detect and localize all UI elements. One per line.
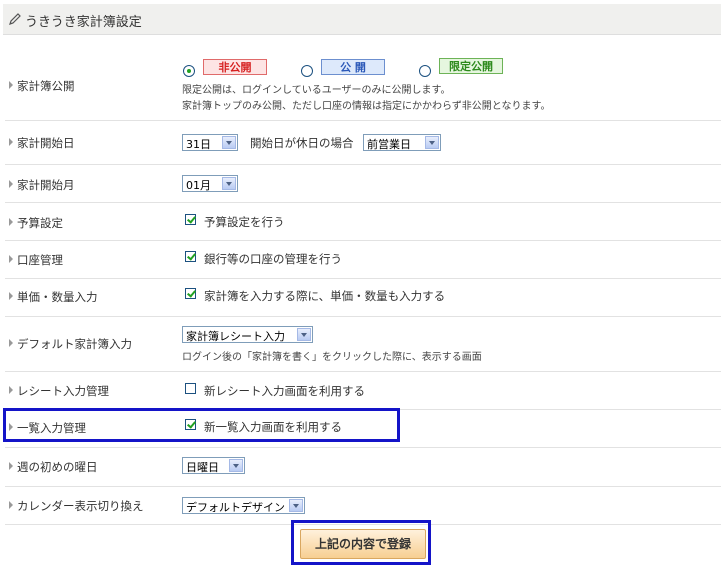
budget-text: 予算設定を行う <box>204 215 285 229</box>
receipt-text: 新レシート入力画面を利用する <box>204 384 365 398</box>
page-title: うきうき家計簿設定 <box>25 15 142 30</box>
pencil-icon <box>9 13 21 25</box>
default-input-select[interactable]: 家計簿レシート入力 <box>182 326 313 343</box>
row-label: 家計簿公開 <box>9 78 75 94</box>
chevron-down-icon <box>222 177 236 190</box>
row-label: 予算設定 <box>9 215 63 231</box>
bullet-icon <box>9 138 13 146</box>
row-default-input: デフォルト家計簿入力 家計簿レシート入力 ログイン後の「家計簿を書く」をクリック… <box>5 317 721 372</box>
row-label: 週の初めの曜日 <box>9 459 98 475</box>
badge-public: 公 開 <box>321 59 385 75</box>
unit-price-text: 家計簿を入力する際に、単価・数量も入力する <box>204 289 446 303</box>
badge-private: 非公開 <box>203 59 267 75</box>
row-label: 単価・数量入力 <box>9 289 98 305</box>
start-day-select[interactable]: 31日 <box>182 134 238 151</box>
chevron-down-icon <box>229 459 243 472</box>
bullet-icon <box>9 386 13 394</box>
row-start-month: 家計開始月 01月 <box>5 165 721 203</box>
unit-price-checkbox[interactable] <box>185 288 196 299</box>
publish-note-2: 家計簿トップのみ公開、ただし口座の情報は指定にかかわらず非公開となります。 <box>182 101 551 112</box>
row-label: 家計開始日 <box>9 135 75 151</box>
row-publish: 家計簿公開 非公開 公 開 限定公開 限定公開は、ログインしているユーザーのみに… <box>5 50 721 121</box>
highlight-list-input <box>3 408 400 442</box>
row-label: 口座管理 <box>9 252 63 268</box>
holiday-select[interactable]: 前営業日 <box>363 134 441 151</box>
chevron-down-icon <box>297 328 311 341</box>
row-label: カレンダー表示切り換え <box>9 498 144 514</box>
bullet-icon <box>9 462 13 470</box>
week-start-select[interactable]: 日曜日 <box>182 457 245 474</box>
radio-private[interactable] <box>183 65 195 77</box>
receipt-checkbox[interactable] <box>185 383 196 394</box>
submit-button[interactable]: 上記の内容で登録 <box>300 529 426 559</box>
budget-checkbox[interactable] <box>185 214 196 225</box>
bullet-icon <box>9 292 13 300</box>
row-label: レシート入力管理 <box>9 383 109 399</box>
row-budget: 予算設定 予算設定を行う <box>5 203 721 241</box>
bullet-icon <box>9 255 13 263</box>
radio-public[interactable] <box>301 65 313 77</box>
chevron-down-icon <box>222 136 236 149</box>
holiday-label: 開始日が休日の場合 <box>250 136 354 150</box>
default-input-note: ログイン後の「家計簿を書く」をクリックした際に、表示する画面 <box>182 352 482 363</box>
start-month-select[interactable]: 01月 <box>182 175 238 192</box>
account-text: 銀行等の口座の管理を行う <box>204 252 342 266</box>
row-unit-price: 単価・数量入力 家計簿を入力する際に、単価・数量も入力する <box>5 279 721 317</box>
row-account: 口座管理 銀行等の口座の管理を行う <box>5 241 721 279</box>
row-label: 家計開始月 <box>9 177 75 193</box>
row-label: デフォルト家計簿入力 <box>9 336 132 352</box>
account-checkbox[interactable] <box>185 251 196 262</box>
bullet-icon <box>9 218 13 226</box>
chevron-down-icon <box>289 499 303 512</box>
bullet-icon <box>9 180 13 188</box>
bullet-icon <box>9 81 13 89</box>
row-start-day: 家計開始日 31日 開始日が休日の場合 前営業日 <box>5 121 721 165</box>
bullet-icon <box>9 501 13 509</box>
settings-header: うきうき家計簿設定 <box>3 4 721 35</box>
publish-note-1: 限定公開は、ログインしているユーザーのみに公開します。 <box>182 85 451 96</box>
calendar-select[interactable]: デフォルトデザイン <box>182 497 305 514</box>
row-receipt: レシート入力管理 新レシート入力画面を利用する <box>5 372 721 410</box>
bullet-icon <box>9 339 13 347</box>
badge-limited: 限定公開 <box>439 58 503 74</box>
chevron-down-icon <box>425 136 439 149</box>
row-week-start: 週の初めの曜日 日曜日 <box>5 448 721 487</box>
radio-limited[interactable] <box>419 65 431 77</box>
